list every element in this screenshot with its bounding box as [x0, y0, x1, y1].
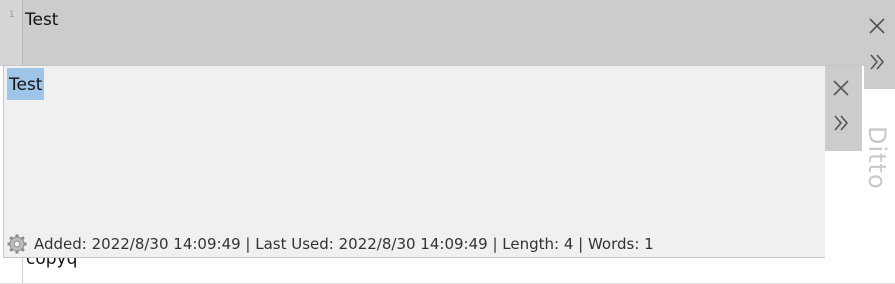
clip-content-area: Test [4, 66, 825, 231]
line-number: 1 [9, 10, 15, 20]
status-bar: Added: 2022/8/30 14:09:49 | Last Used: 2… [4, 230, 825, 258]
ditto-label: Ditto [863, 126, 891, 190]
close-icon[interactable] [830, 77, 852, 99]
clip-info-text: Added: 2022/8/30 14:09:49 | Last Used: 2… [34, 235, 654, 253]
clipboard-preview-popup: Test Added: 2022/8/30 14:09:49 | Last Us… [3, 65, 862, 259]
double-chevron-right-icon[interactable] [866, 51, 888, 73]
background-header [0, 0, 864, 66]
close-icon[interactable] [866, 15, 888, 37]
background-right-strip [864, 0, 895, 89]
background-title: Test [25, 10, 59, 30]
line-number-gutter: 1 [0, 0, 23, 66]
popup-control-strip-lower [825, 151, 862, 259]
gear-icon[interactable] [6, 233, 28, 255]
double-chevron-right-icon[interactable] [830, 112, 852, 134]
selected-clip-text[interactable]: Test [7, 68, 45, 100]
